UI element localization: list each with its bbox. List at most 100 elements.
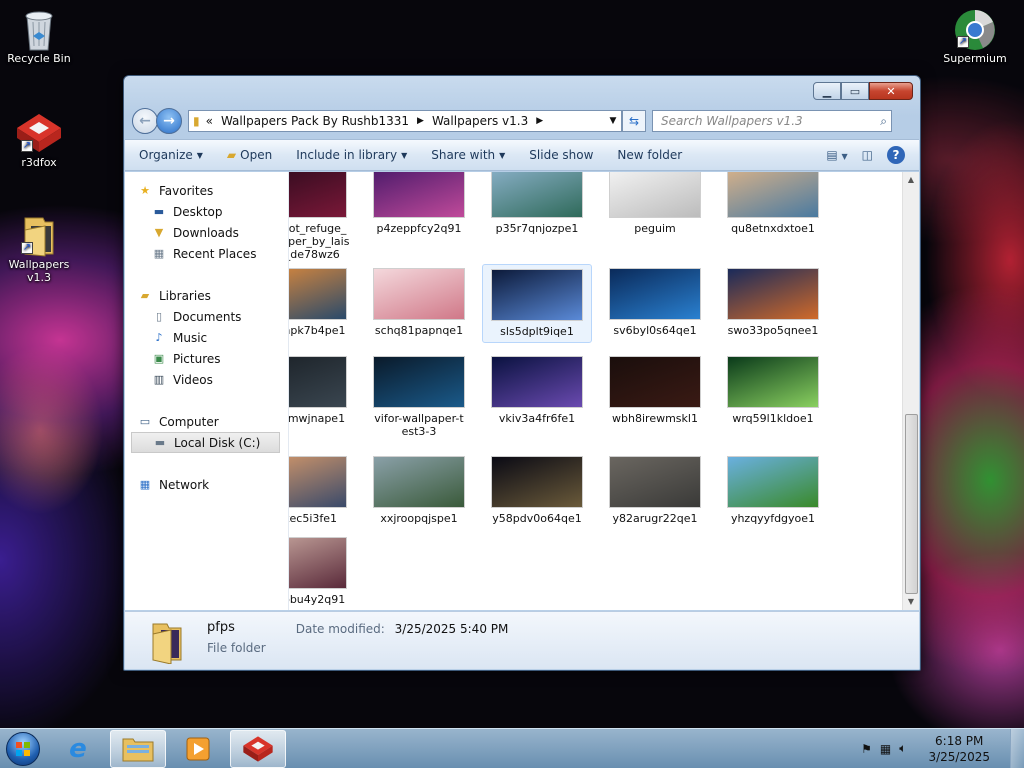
caption-buttons: ▁ ▭ ✕ — [813, 82, 913, 100]
file-item[interactable]: y82arugr22qe1 — [600, 456, 710, 525]
breadcrumb-separator-icon[interactable]: ▶ — [417, 116, 424, 126]
scrollbar-thumb[interactable] — [905, 414, 918, 594]
file-item[interactable]: p4zeppfcy2q91 — [364, 172, 474, 235]
new-folder-label: New folder — [617, 148, 683, 162]
file-item[interactable]: umlfymwjnape1 — [289, 356, 356, 425]
maximize-button[interactable]: ▭ — [841, 82, 869, 100]
file-name: sv6byl0s64qe1 — [613, 324, 697, 337]
desktop-icon-wallpapers[interactable]: ↗ Wallpapers v1.3 — [1, 214, 77, 284]
open-button[interactable]: ▰ Open — [227, 148, 272, 162]
nav-videos[interactable]: ▥ Videos — [125, 369, 288, 390]
file-name: schq81papnqe1 — [374, 324, 464, 337]
nav-label: Libraries — [159, 288, 211, 303]
nav-desktop[interactable]: ▬ Desktop — [125, 201, 288, 222]
desktop-icon-recycle-bin[interactable]: Recycle Bin — [1, 8, 77, 65]
taskbar-explorer[interactable] — [110, 729, 166, 768]
file-item[interactable]: y58pdv0o64qe1 — [482, 456, 592, 525]
breadcrumb-overflow[interactable]: « — [206, 114, 213, 128]
address-dropdown-icon[interactable]: ▼ — [605, 116, 621, 126]
nav-downloads[interactable]: ▼ Downloads — [125, 222, 288, 243]
nav-pictures[interactable]: ▣ Pictures — [125, 348, 288, 369]
scroll-down-icon[interactable]: ▼ — [903, 594, 919, 610]
minimize-button[interactable]: ▁ — [813, 82, 841, 100]
videos-icon: ▥ — [153, 373, 165, 386]
file-item[interactable]: swo33po5qnee1 — [718, 268, 828, 337]
search-input[interactable]: Search Wallpapers v1.3 ⌕ — [652, 110, 892, 132]
file-item[interactable]: xiizxec5i3fe1 — [289, 456, 356, 525]
file-item[interactable]: p35r7qnjozpe1 — [482, 172, 592, 235]
clock[interactable]: 6:18 PM 3/25/2025 — [928, 733, 990, 765]
desktop-icon-r3dfox[interactable]: ↗ r3dfox — [1, 112, 77, 169]
scroll-up-icon[interactable]: ▲ — [903, 172, 919, 188]
preview-pane-icon[interactable]: ◫ — [862, 148, 873, 162]
nav-computer[interactable]: ▭ Computer — [125, 411, 288, 432]
vertical-scrollbar[interactable]: ▲ ▼ — [902, 172, 919, 610]
shortcut-arrow-icon: ↗ — [957, 36, 969, 48]
file-item[interactable]: sls5dplt9iqe1 — [482, 264, 592, 343]
breadcrumb-item[interactable]: Wallpapers v1.3 — [432, 114, 528, 128]
file-item[interactable]: yhzqyyfdgyoe1 — [718, 456, 828, 525]
folder-icon — [122, 738, 154, 761]
file-item[interactable]: schq81papnqe1 — [364, 268, 474, 337]
file-name: swo33po5qnee1 — [727, 324, 819, 337]
file-item[interactable]: vkiv3a4fr6fe1 — [482, 356, 592, 425]
include-in-library-button[interactable]: Include in library ▼ — [296, 148, 407, 162]
desktop-icon-label: r3dfox — [21, 156, 57, 169]
file-item[interactable]: qu8etnxdxtoe1 — [718, 172, 828, 235]
nav-local-disk[interactable]: ▬ Local Disk (C:) — [131, 432, 280, 453]
file-name: wrq59l1kldoe1 — [732, 412, 814, 425]
breadcrumb-item[interactable]: Wallpapers Pack By Rushb1331 — [221, 114, 409, 128]
forward-button[interactable]: → — [156, 108, 182, 134]
show-desktop-button[interactable] — [1010, 728, 1024, 768]
share-with-label: Share with — [431, 148, 496, 162]
taskbar-r3dfox[interactable] — [230, 729, 286, 768]
file-name: yhzqyyfdgyoe1 — [730, 512, 816, 525]
file-item[interactable]: z14kpbu4y2q91 — [289, 537, 356, 606]
file-item[interactable]: xxjroopqjspe1 — [364, 456, 474, 525]
volume-icon[interactable]: 🔈︎ — [899, 741, 906, 756]
share-with-button[interactable]: Share with ▼ — [431, 148, 505, 162]
slide-show-button[interactable]: Slide show — [529, 148, 593, 162]
nav-documents[interactable]: ▯ Documents — [125, 306, 288, 327]
command-bar: Organize ▼ ▰ Open Include in library ▼ Shar… — [125, 139, 919, 171]
nav-recent-places[interactable]: ▦ Recent Places — [125, 243, 288, 264]
file-item[interactable]: wbh8irewmskl1 — [600, 356, 710, 425]
breadcrumb-separator-icon[interactable]: ▶ — [536, 116, 543, 126]
search-icon[interactable]: ⌕ — [880, 114, 887, 129]
action-center-flag-icon[interactable]: ⚑ — [861, 742, 872, 756]
file-name: peguim — [634, 222, 676, 235]
taskbar: e ⚑ ▦ 🔈︎ 6:18 PM 3/25/2025 — [0, 728, 1024, 768]
file-item[interactable]: wrq59l1kldoe1 — [718, 356, 828, 425]
taskbar-internet-explorer[interactable]: e — [50, 730, 106, 768]
refresh-button[interactable]: ⇆ — [622, 110, 646, 132]
folder-icon: ▮ — [193, 114, 200, 128]
close-button[interactable]: ✕ — [869, 82, 913, 100]
file-name: p4zeppfcy2q91 — [376, 222, 462, 235]
nav-music[interactable]: ♪ Music — [125, 327, 288, 348]
desktop-icon-supermium[interactable]: ↗ Supermium — [937, 8, 1013, 65]
nav-favorites[interactable]: ★ Favorites — [125, 180, 288, 201]
network-status-icon[interactable]: ▦ — [880, 742, 891, 756]
file-thumbnail — [727, 172, 819, 218]
nav-network[interactable]: ▦ Network — [125, 474, 288, 495]
back-button[interactable]: ← — [132, 108, 158, 134]
new-folder-button[interactable]: New folder — [617, 148, 682, 162]
taskbar-media-player[interactable] — [170, 730, 226, 768]
file-name: vkiv3a4fr6fe1 — [498, 412, 576, 425]
file-item[interactable]: sv6byl0s64qe1 — [600, 268, 710, 337]
address-bar[interactable]: ▮ « Wallpapers Pack By Rushb1331 ▶ Wallp… — [188, 110, 622, 132]
change-view-icon[interactable]: ▤ ▼ — [826, 148, 847, 162]
file-item[interactable]: qzxfmpk7b4pe1 — [289, 268, 356, 337]
details-pane: pfps File folder Date modified: 3/25/202… — [125, 611, 919, 669]
start-button[interactable] — [0, 729, 46, 768]
file-item[interactable]: peguim — [600, 172, 710, 235]
file-item[interactable]: vifor-wallpaper-t est3-3 — [364, 356, 474, 438]
back-arrow-icon: ← — [139, 113, 151, 129]
file-thumbnail — [373, 456, 465, 508]
help-icon[interactable]: ? — [887, 146, 905, 164]
organize-button[interactable]: Organize ▼ — [139, 148, 203, 162]
file-name: y82arugr22qe1 — [612, 512, 698, 525]
forward-arrow-icon: → — [163, 113, 175, 129]
file-item[interactable]: oneshot_refuge_ wallpaper_by_lais olus_d… — [289, 172, 356, 261]
nav-libraries[interactable]: ▰ Libraries — [125, 285, 288, 306]
